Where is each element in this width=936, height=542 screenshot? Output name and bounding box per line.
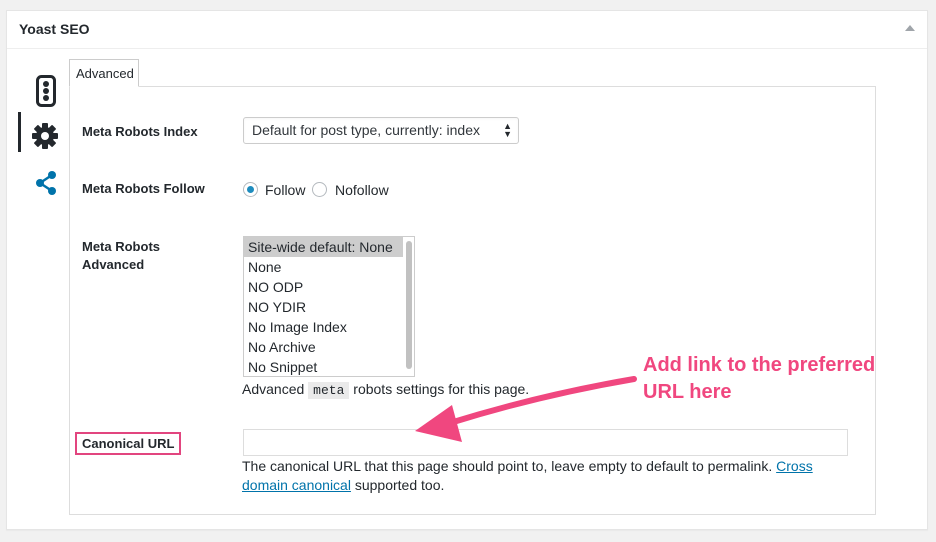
list-option[interactable]: NO YDIR (244, 297, 403, 317)
list-option[interactable]: Site-wide default: None (244, 237, 403, 257)
list-option[interactable]: No Image Index (244, 317, 403, 337)
select-arrows-icon: ▲ ▼ (503, 121, 512, 139)
meta-robots-index-value: Default for post type, currently: index (252, 122, 480, 138)
canonical-help: The canonical URL that this page should … (242, 457, 852, 495)
share-icon[interactable] (34, 170, 58, 201)
meta-robots-advanced-listbox[interactable]: Site-wide default: None None NO ODP NO Y… (243, 236, 415, 377)
meta-robots-advanced-label: Meta Robots Advanced (82, 238, 160, 274)
gear-icon[interactable] (31, 122, 59, 155)
meta-robots-advanced-help: Advanced meta robots settings for this p… (242, 380, 529, 400)
annotation-line1: Add link to the preferred (643, 354, 876, 376)
active-nav-indicator (18, 112, 21, 152)
list-option[interactable]: No Snippet (244, 357, 403, 376)
metabox-title: Yoast SEO (19, 21, 90, 37)
meta-robots-follow-label: Meta Robots Follow (82, 181, 205, 196)
nofollow-radio[interactable] (312, 182, 327, 197)
listbox-scrollbar[interactable] (406, 241, 412, 369)
nofollow-radio-label[interactable]: Nofollow (335, 182, 389, 198)
list-option[interactable]: NO ODP (244, 277, 403, 297)
meta-code: meta (308, 382, 350, 399)
help-suffix: robots settings for this page. (353, 381, 530, 397)
canonical-help-suffix: supported too. (354, 477, 445, 493)
meta-robots-index-label: Meta Robots Index (82, 124, 198, 139)
traffic-light-icon[interactable] (36, 75, 56, 112)
canonical-help-text: The canonical URL that this page should … (242, 458, 773, 474)
help-prefix: Advanced (242, 381, 305, 397)
annotation-line2: URL here (643, 381, 732, 403)
list-option[interactable]: None (244, 257, 403, 277)
list-option[interactable]: No Archive (244, 337, 403, 357)
canonical-url-input[interactable] (243, 429, 848, 456)
metabox-header: Yoast SEO (7, 11, 927, 49)
tab-advanced[interactable]: Advanced (69, 59, 139, 87)
follow-radio-label[interactable]: Follow (265, 182, 305, 198)
canonical-url-label: Canonical URL (82, 436, 175, 451)
meta-robots-advanced-label-line2: Advanced (82, 257, 145, 272)
meta-robots-advanced-label-line1: Meta Robots (82, 239, 160, 254)
collapse-toggle-icon[interactable] (905, 25, 915, 31)
annotation-text: Add link to the preferred URL here (643, 352, 923, 406)
meta-robots-index-select[interactable]: Default for post type, currently: index … (243, 117, 519, 144)
follow-radio[interactable] (243, 182, 258, 197)
